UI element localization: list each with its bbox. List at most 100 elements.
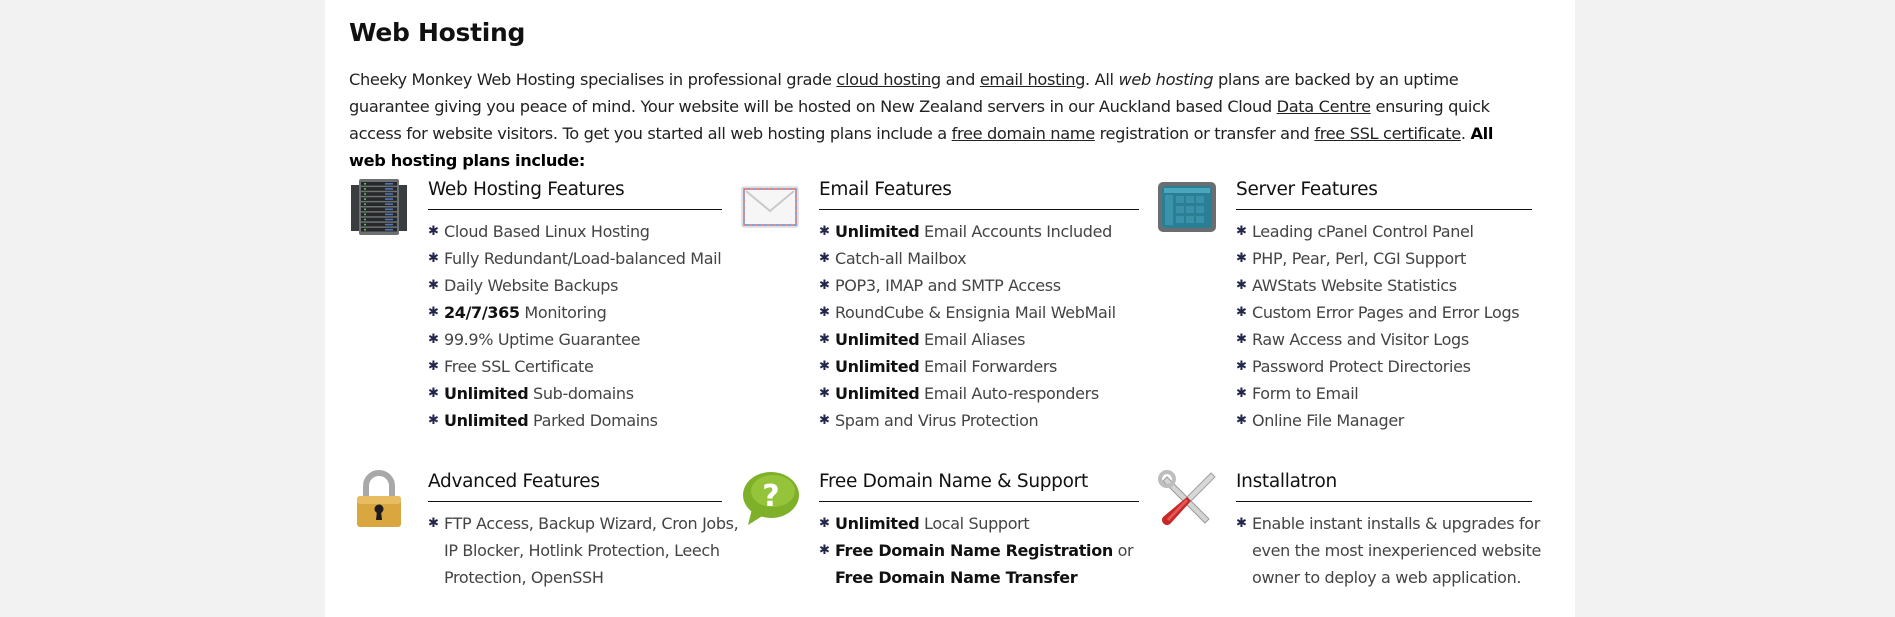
asterisk-bullet-icon: ✱: [819, 359, 830, 374]
item-text: Daily Website Backups: [444, 276, 619, 295]
free-domain-name-link[interactable]: free domain name: [952, 124, 1095, 143]
asterisk-bullet-icon: ✱: [428, 278, 439, 293]
feature-list-item: ✱ 99.9% Uptime Guarantee: [428, 326, 722, 353]
asterisk-bullet-icon: ✱: [1236, 305, 1247, 320]
item-text: Spam and Virus Protection: [835, 411, 1039, 430]
asterisk-bullet-icon: ✱: [428, 305, 439, 320]
item-text: Online File Manager: [1252, 411, 1405, 430]
asterisk-bullet-icon: ✱: [1236, 332, 1247, 347]
feature-list-item: ✱ Unlimited Email Forwarders: [819, 353, 1139, 380]
intro-emphasis: web hosting: [1118, 70, 1214, 89]
item-emphasis: Free Domain Name Transfer: [835, 568, 1078, 587]
asterisk-bullet-icon: ✱: [428, 332, 439, 347]
feature-title: Server Features: [1236, 177, 1532, 210]
asterisk-bullet-icon: ✱: [428, 386, 439, 401]
intro-text: . All: [1085, 70, 1119, 89]
feature-list-item: ✱ PHP, Pear, Perl, CGI Support: [1236, 245, 1532, 272]
feature-list-item: ✱ Free SSL Certificate: [428, 353, 722, 380]
asterisk-bullet-icon: ✱: [819, 251, 830, 266]
asterisk-bullet-icon: ✱: [1236, 251, 1247, 266]
asterisk-bullet-icon: ✱: [1236, 278, 1247, 293]
page-title: Web Hosting: [349, 18, 526, 47]
intro-text: and: [940, 70, 980, 89]
item-emphasis: Unlimited: [835, 384, 920, 403]
email-hosting-link[interactable]: email hosting: [980, 70, 1086, 89]
item-text: or: [1112, 541, 1134, 560]
item-text: Form to Email: [1252, 384, 1359, 403]
feature-list-item: ✱ Daily Website Backups: [428, 272, 722, 299]
asterisk-bullet-icon: ✱: [1236, 386, 1247, 401]
item-text: Parked Domains: [528, 411, 658, 430]
feature-list-item: ✱ Unlimited Email Accounts Included: [819, 218, 1139, 245]
item-emphasis: 24/7/365: [444, 303, 520, 322]
asterisk-bullet-icon: ✱: [819, 543, 830, 558]
item-text: Raw Access and Visitor Logs: [1252, 330, 1469, 349]
asterisk-bullet-icon: ✱: [819, 305, 830, 320]
feature-list-item: ✱ Unlimited Parked Domains: [428, 407, 722, 434]
feature-list-item: ✱ Free Domain Name Registration or Free D…: [819, 537, 1135, 591]
asterisk-bullet-icon: ✱: [428, 251, 439, 266]
item-text: FTP Access, Backup Wizard, Cron Jobs, IP…: [444, 514, 739, 587]
feature-list: ✱ FTP Access, Backup Wizard, Cron Jobs, I…: [428, 510, 739, 591]
feature-list-item: ✱ Online File Manager: [1236, 407, 1532, 434]
item-text: RoundCube & Ensignia Mail WebMail: [835, 303, 1116, 322]
item-text: Enable instant installs & upgrades for e…: [1252, 514, 1542, 587]
item-emphasis: Unlimited: [835, 514, 920, 533]
item-text: AWStats Website Statistics: [1252, 276, 1457, 295]
feature-list-item: ✱ Raw Access and Visitor Logs: [1236, 326, 1532, 353]
data-centre-link[interactable]: Data Centre: [1277, 97, 1371, 116]
feature-title: Email Features: [819, 177, 1139, 210]
help-bubble-icon: ?: [740, 469, 800, 529]
asterisk-bullet-icon: ✱: [819, 278, 830, 293]
asterisk-bullet-icon: ✱: [428, 413, 439, 428]
item-text: PHP, Pear, Perl, CGI Support: [1252, 249, 1466, 268]
intro-text: Cheeky Monkey Web Hosting specialises in…: [349, 70, 837, 89]
feature-list-item: ✱ Unlimited Email Auto-responders: [819, 380, 1139, 407]
item-text: Sub-domains: [528, 384, 634, 403]
server-rack-icon: [349, 177, 409, 237]
asterisk-bullet-icon: ✱: [1236, 359, 1247, 374]
asterisk-bullet-icon: ✱: [1236, 413, 1247, 428]
intro-paragraph: Cheeky Monkey Web Hosting specialises in…: [349, 66, 1529, 174]
feature-title: Free Domain Name & Support: [819, 469, 1139, 502]
feature-list-item: ✱ Spam and Virus Protection: [819, 407, 1139, 434]
feature-list-item: ✱ RoundCube & Ensignia Mail WebMail: [819, 299, 1139, 326]
asterisk-bullet-icon: ✱: [428, 516, 439, 531]
feature-list-item: ✱ Cloud Based Linux Hosting: [428, 218, 722, 245]
feature-list-item: ✱ Catch-all Mailbox: [819, 245, 1139, 272]
asterisk-bullet-icon: ✱: [819, 386, 830, 401]
feature-list: ✱ Enable instant installs & upgrades for …: [1236, 510, 1541, 591]
item-text: 99.9% Uptime Guarantee: [444, 330, 641, 349]
content-panel: Web Hosting Cheeky Monkey Web Hosting sp…: [325, 0, 1575, 617]
asterisk-bullet-icon: ✱: [428, 359, 439, 374]
item-text: Catch-all Mailbox: [835, 249, 967, 268]
asterisk-bullet-icon: ✱: [819, 332, 830, 347]
padlock-icon: [349, 469, 409, 529]
item-text: Email Auto-responders: [919, 384, 1099, 403]
item-text: Monitoring: [519, 303, 607, 322]
intro-text: .: [1460, 124, 1471, 143]
item-text: Password Protect Directories: [1252, 357, 1471, 376]
feature-list-item: ✱ AWStats Website Statistics: [1236, 272, 1532, 299]
item-text: Cloud Based Linux Hosting: [444, 222, 650, 241]
feature-title: Advanced Features: [428, 469, 722, 502]
feature-list-item: ✱ POP3, IMAP and SMTP Access: [819, 272, 1139, 299]
intro-text: registration or transfer and: [1094, 124, 1315, 143]
asterisk-bullet-icon: ✱: [819, 224, 830, 239]
feature-list-item: ✱ 24/7/365 Monitoring: [428, 299, 722, 326]
feature-list: ✱ Unlimited Local Support ✱ Free Domain Nam…: [819, 510, 1139, 591]
free-ssl-certificate-link[interactable]: free SSL certificate: [1314, 124, 1461, 143]
control-panel-icon: [1157, 177, 1217, 237]
envelope-icon: [740, 177, 800, 237]
feature-list-item: ✱ Unlimited Sub-domains: [428, 380, 722, 407]
cloud-hosting-link[interactable]: cloud hosting: [836, 70, 941, 89]
item-text: Email Aliases: [919, 330, 1026, 349]
feature-list-item: ✱ Password Protect Directories: [1236, 353, 1532, 380]
feature-list-item: ✱ Unlimited Local Support: [819, 510, 1135, 537]
item-emphasis: Unlimited: [444, 384, 529, 403]
item-text: Leading cPanel Control Panel: [1252, 222, 1474, 241]
item-text: Local Support: [919, 514, 1030, 533]
item-emphasis: Unlimited: [835, 357, 920, 376]
svg-text:?: ?: [762, 479, 779, 514]
feature-list-item: ✱ Custom Error Pages and Error Logs: [1236, 299, 1532, 326]
